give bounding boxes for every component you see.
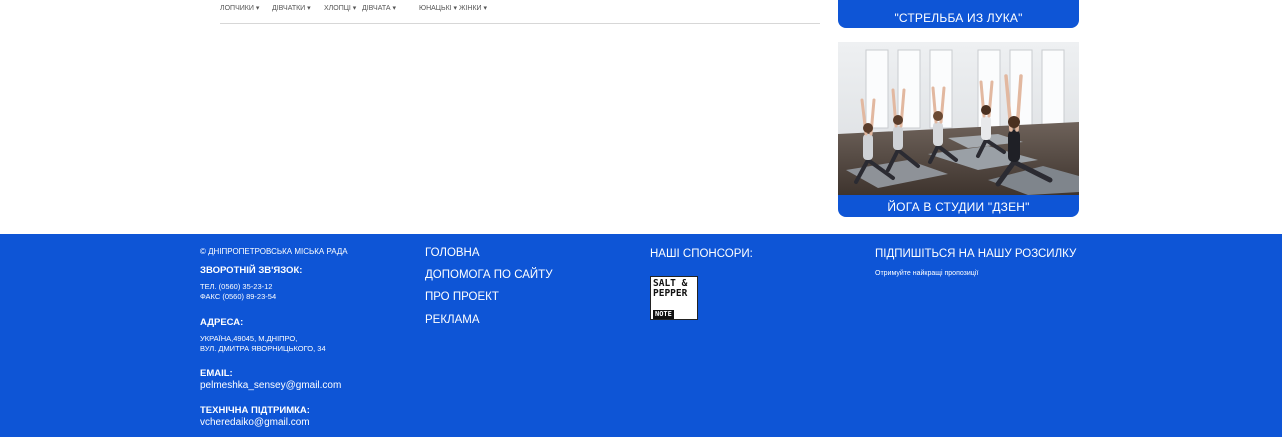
email-link[interactable]: pelmeshka_sensey@gmail.com: [200, 380, 341, 391]
subscribe-text: Отримуйте найкращі пропозиції: [875, 270, 979, 277]
archery-card-caption[interactable]: "СТРЕЛЬБА ИЗ ЛУКА": [838, 11, 1079, 25]
sponsors-heading: НАШІ СПОНСОРИ:: [650, 248, 753, 260]
feedback-heading: ЗВОРОТНІЙ ЗВ'ЯЗОК:: [200, 265, 303, 276]
filter-item[interactable]: ХЛОПЦІ ▾: [324, 4, 356, 12]
support-heading: ТЕХНІЧНА ПІДТРИМКА:: [200, 405, 310, 416]
copyright: © ДНІПРОПЕТРОВСЬКА МІСЬКА РАДА: [200, 247, 348, 256]
subscribe-heading: ПІДПИШІТЬСЯ НА НАШУ РОЗСИЛКУ: [875, 248, 1077, 260]
sponsor-logo-note: NOTE: [653, 310, 674, 319]
footer-link-help[interactable]: ДОПОМОГА ПО САЙТУ: [425, 269, 553, 281]
filter-item[interactable]: ДІВЧАТКИ ▾: [272, 4, 311, 12]
filter-item[interactable]: ЖІНКИ ▾: [459, 4, 487, 12]
fax: ФАКС (0560) 89-23-54: [200, 292, 277, 301]
email-heading: EMAIL:: [200, 368, 233, 379]
address-heading: АДРЕСА:: [200, 317, 244, 328]
site-footer: © ДНІПРОПЕТРОВСЬКА МІСЬКА РАДА ЗВОРОТНІЙ…: [0, 234, 1282, 437]
filter-item[interactable]: ЛОПЧИКИ ▾: [220, 4, 259, 12]
phone: ТЕЛ. (0560) 35-23-12: [200, 282, 273, 291]
yoga-card[interactable]: ЙОГА В СТУДИИ "ДЗЕН": [838, 42, 1079, 217]
yoga-class-photo[interactable]: [838, 42, 1079, 195]
support-email-link[interactable]: vcheredaiko@gmail.com: [200, 417, 310, 428]
filter-item[interactable]: ДІВЧАТА ▾: [362, 4, 396, 12]
filter-item[interactable]: ЮНАЦЬКІ ▾: [419, 4, 457, 12]
address-line: ВУЛ. ДМИТРА ЯВОРНИЦЬКОГО, 34: [200, 344, 326, 353]
filter-bar: ЛОПЧИКИ ▾ ДІВЧАТКИ ▾ ХЛОПЦІ ▾ ДІВЧАТА ▾ …: [220, 0, 820, 24]
footer-link-home[interactable]: ГОЛОВНА: [425, 247, 480, 259]
address-line: УКРАЇНА,49045, М.ДНІПРО,: [200, 334, 298, 343]
sponsor-logo-line: PEPPER: [653, 288, 688, 299]
archery-card[interactable]: "СТРЕЛЬБА ИЗ ЛУКА": [838, 0, 1079, 28]
yoga-card-caption[interactable]: ЙОГА В СТУДИИ "ДЗЕН": [838, 197, 1079, 217]
footer-link-about[interactable]: ПРО ПРОЕКТ: [425, 291, 499, 303]
salt-pepper-logo[interactable]: SALT & PEPPER NOTE: [650, 276, 698, 320]
footer-link-ads[interactable]: РЕКЛАМА: [425, 314, 480, 326]
